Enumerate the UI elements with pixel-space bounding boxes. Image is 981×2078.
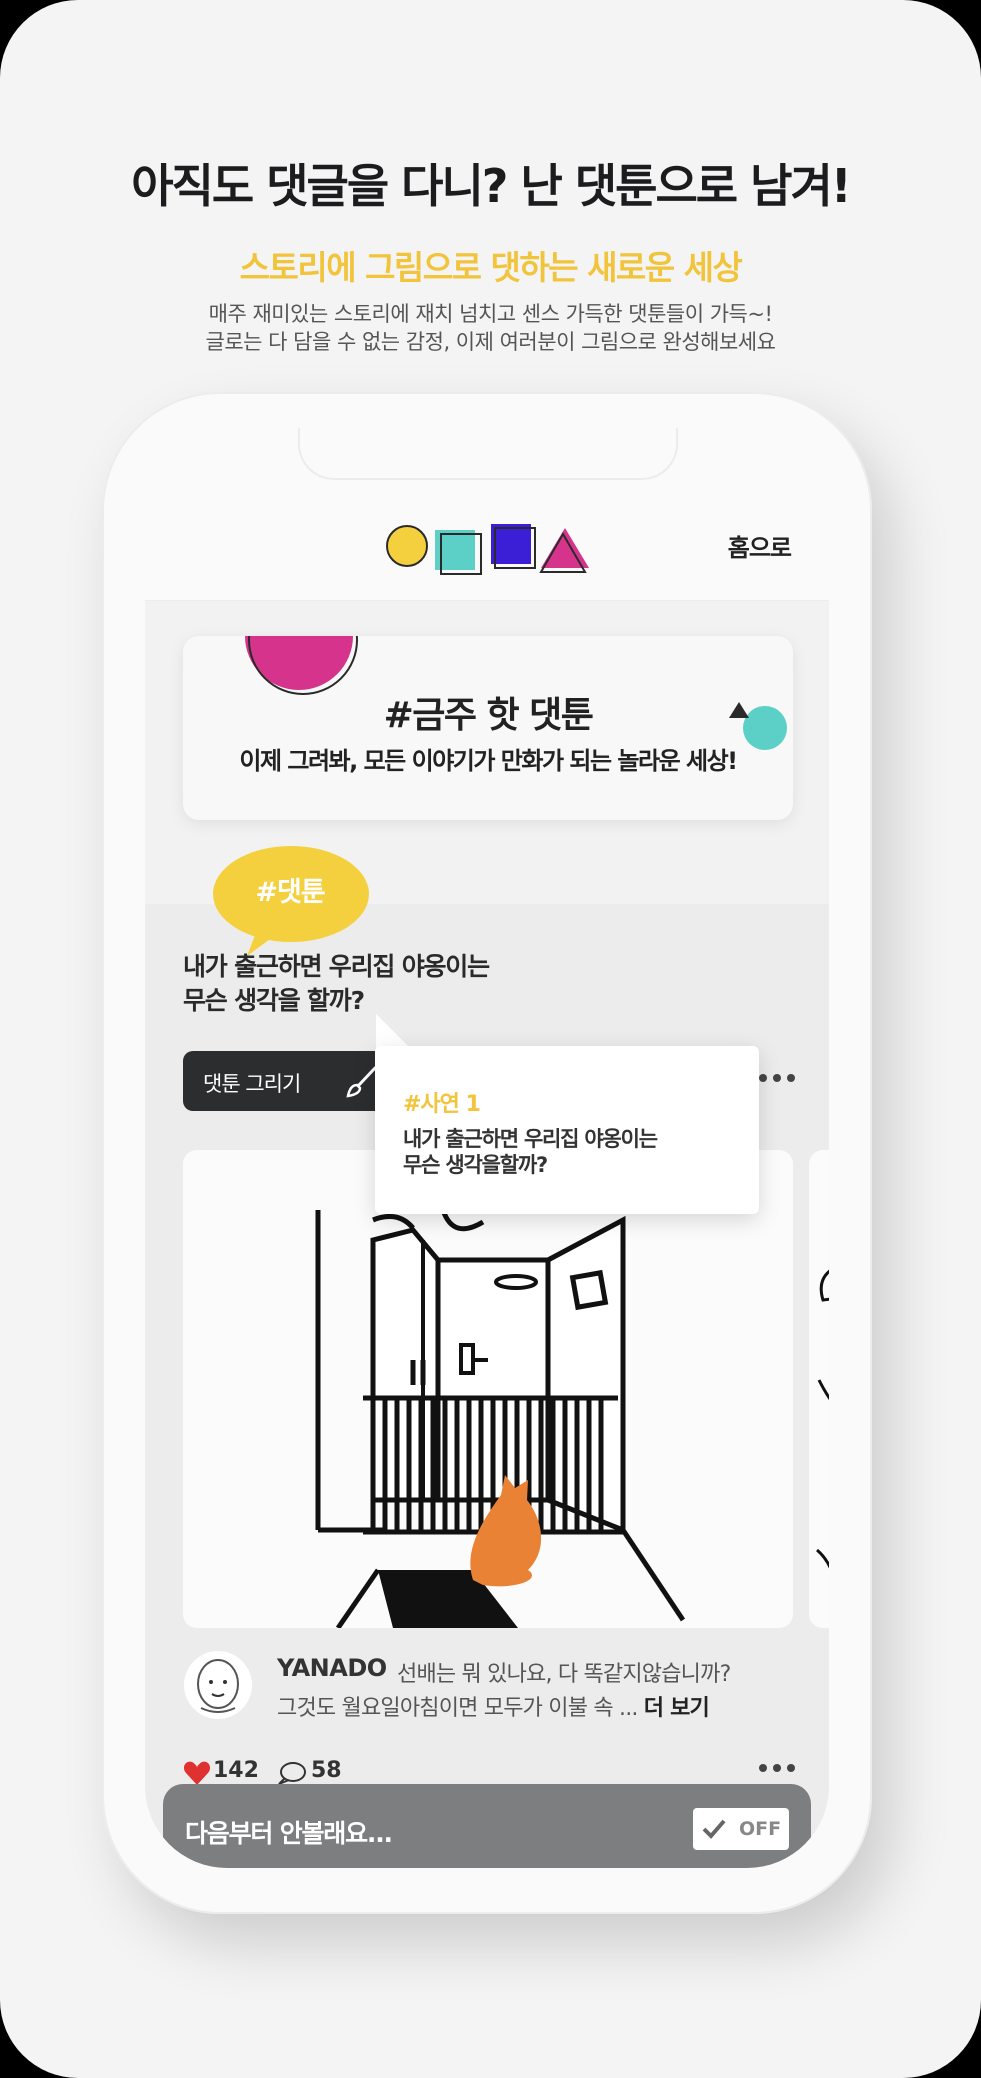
more-options-icon[interactable]	[755, 1758, 799, 1778]
heart-icon[interactable]	[183, 1760, 211, 1786]
comment-text-continued: 그것도 월요일아침이면 모두가 이불 속 ... 더 보기	[277, 1690, 710, 1722]
hot-comic-banner[interactable]: #금주 핫 댓툰 이제 그려봐, 모든 이야기가 만화가 되는 놀라운 세상!	[183, 636, 793, 820]
dismiss-bar: 다음부터 안볼래요... OFF	[163, 1784, 811, 1868]
comment-icon[interactable]	[275, 1760, 307, 1786]
intro-text: 매주 재미있는 스토리에 재치 넘치고 센스 가득한 댓툰들이 가득~! 글로는…	[0, 300, 981, 356]
question-line: 무슨 생각을 할까?	[183, 986, 365, 1015]
banner-subtitle: 이제 그려봐, 모든 이야기가 만화가 되는 놀라운 세상!	[239, 747, 738, 775]
bubble-label: #댓툰	[255, 877, 325, 908]
story-popup: #사연 1 내가 출근하면 우리집 야옹이는 무슨 생각을할까?	[375, 1046, 759, 1214]
dismiss-toggle[interactable]: OFF	[693, 1808, 789, 1850]
popup-line: 무슨 생각을할까?	[403, 1153, 548, 1177]
page-background: 아직도 댓글을 다니? 난 댓툰으로 남겨! 스토리에 그림으로 댓하는 새로운…	[0, 0, 981, 2078]
more-options-icon[interactable]	[755, 1068, 799, 1088]
cat-comic-illustration	[315, 1176, 686, 1628]
like-count: 142	[213, 1758, 259, 1783]
app-logo-icon[interactable]	[385, 516, 595, 580]
banner-title: #금주 핫 댓툰	[383, 695, 594, 736]
brush-icon	[346, 1066, 377, 1098]
comic-image[interactable]	[183, 1150, 793, 1628]
intro-line: 매주 재미있는 스토리에 재치 넘치고 센스 가득한 댓툰들이 가득~!	[208, 302, 773, 326]
comment-username[interactable]: YANADO	[277, 1654, 387, 1682]
next-comic-image[interactable]	[809, 1150, 829, 1628]
comment-text-line2: 그것도 월요일아침이면 모두가 이불 속 ...	[277, 1696, 644, 1721]
page-headline: 아직도 댓글을 다니? 난 댓툰으로 남겨!	[131, 159, 852, 213]
popup-story-text: 내가 출근하면 우리집 야옹이는 무슨 생각을할까?	[403, 1126, 658, 1178]
intro-line: 글로는 다 담을 수 없는 감정, 이제 여러분이 그림으로 완성해보세요	[205, 330, 776, 354]
check-icon	[702, 1819, 726, 1839]
story-question: 내가 출근하면 우리집 야옹이는 무슨 생각을 할까?	[183, 950, 490, 1018]
popup-story-tag: #사연 1	[403, 1092, 481, 1117]
popup-tail-icon	[376, 1014, 410, 1048]
popup-line: 내가 출근하면 우리집 야옹이는	[403, 1127, 658, 1151]
question-line: 내가 출근하면 우리집 야옹이는	[183, 952, 490, 981]
phone-notch	[298, 428, 678, 480]
toggle-label: OFF	[739, 1818, 782, 1840]
draw-comic-label: 댓툰 그리기	[203, 1072, 301, 1096]
comment-text: 선배는 뭐 있나요, 다 똑같지않습니까?	[397, 1662, 731, 1687]
dismiss-text: 다음부터 안볼래요...	[185, 1819, 393, 1848]
see-more-link[interactable]: 더 보기	[644, 1696, 710, 1721]
next-comic-illustration	[816, 1269, 829, 1569]
page-subheadline: 스토리에 그림으로 댓하는 새로운 세상	[239, 248, 743, 287]
comment-count: 58	[311, 1758, 342, 1783]
phone-screen: 홈으로 #금주 핫 댓툰 이제 그려봐, 모든 이야기가 만화가 되는 놀라운 …	[145, 428, 829, 1868]
avatar[interactable]	[183, 1650, 253, 1720]
home-link[interactable]: 홈으로	[728, 528, 792, 563]
draw-comic-button[interactable]: 댓툰 그리기	[183, 1051, 403, 1111]
